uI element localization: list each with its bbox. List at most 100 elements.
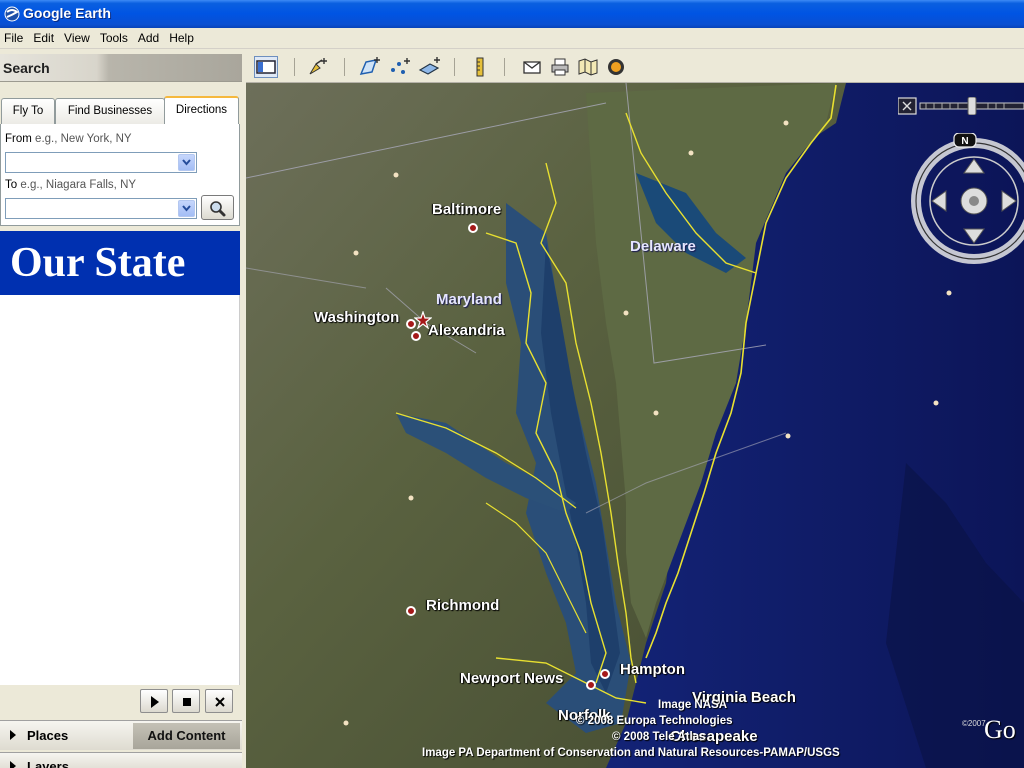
google-earth-icon <box>4 6 20 22</box>
menu-file[interactable]: File <box>0 28 28 47</box>
email-icon <box>523 61 541 74</box>
google-logo: Go <box>984 715 1016 744</box>
credit-teleatlas: © 2008 Tele Atlas <box>612 731 706 743</box>
close-icon <box>215 697 225 707</box>
city-marker-baltimore[interactable] <box>468 223 478 233</box>
tab-directions-label: Directions <box>175 104 228 116</box>
map-toolbar <box>246 52 1024 83</box>
places-header[interactable]: Places Add Content <box>0 720 242 750</box>
image-overlay-icon <box>418 57 440 75</box>
search-panel-title: Search <box>3 60 50 76</box>
compass-north-label: N <box>961 136 968 147</box>
toolbar-separator <box>454 58 455 76</box>
magnifier-icon <box>210 201 226 217</box>
places-label: Places <box>27 728 69 743</box>
from-combo[interactable] <box>5 152 197 173</box>
credit-europa: © 2008 Europa Technologies <box>576 715 733 727</box>
add-content-button[interactable]: Add Content <box>133 723 240 749</box>
stop-icon <box>183 698 191 706</box>
to-input[interactable] <box>6 199 178 218</box>
tab-fly-to-label: Fly To <box>12 105 44 117</box>
city-marker-richmond[interactable] <box>406 606 416 616</box>
expand-arrow-icon <box>10 761 16 768</box>
city-label-richmond: Richmond <box>426 597 500 614</box>
city-marker-newport-news[interactable] <box>586 680 596 690</box>
to-dropdown-button[interactable] <box>178 200 195 217</box>
menu-edit[interactable]: Edit <box>28 28 59 47</box>
from-hint: e.g., New York, NY <box>35 133 132 145</box>
sidebar-toggle-button[interactable] <box>254 56 278 78</box>
tab-find-businesses-label: Find Businesses <box>67 105 153 117</box>
zoom-slider[interactable] <box>898 97 1024 115</box>
expand-arrow-icon <box>10 730 16 740</box>
menu-tools[interactable]: Tools <box>95 28 133 47</box>
google-earth-window: Google Earth File Edit View Tools Add Help Se… <box>0 0 1024 768</box>
to-hint: e.g., Niagara Falls, NY <box>20 179 137 191</box>
tour-player-controls <box>0 686 242 718</box>
add-path-button[interactable] <box>388 56 412 78</box>
city-label-alexandria: Alexandria <box>428 322 505 339</box>
polygon-icon <box>359 57 380 75</box>
search-button[interactable] <box>201 195 234 220</box>
chevron-down-icon <box>182 205 191 212</box>
layers-header[interactable]: Layers <box>0 752 242 768</box>
menu-view[interactable]: View <box>59 28 95 47</box>
menu-help[interactable]: Help <box>164 28 199 47</box>
from-label: From e.g., New York, NY <box>5 133 132 145</box>
overlay-title: Our State <box>0 231 240 295</box>
tab-fly-to[interactable]: Fly To <box>1 98 55 124</box>
earth-map-view[interactable]: Delaware Maryland Baltimore Washington A… <box>246 83 1024 768</box>
ruler-icon <box>476 57 484 77</box>
search-tabs: Fly To Find Businesses Directions <box>0 96 242 124</box>
to-label-text: To <box>5 179 18 191</box>
toolbar-separator <box>344 58 345 76</box>
navigation-control[interactable]: N <box>910 133 1024 269</box>
to-combo[interactable] <box>5 198 197 219</box>
email-button[interactable] <box>520 56 544 78</box>
play-icon <box>151 696 159 708</box>
to-label: To e.g., Niagara Falls, NY <box>5 179 136 191</box>
tab-directions[interactable]: Directions <box>164 96 239 124</box>
map-icon <box>578 58 598 76</box>
menu-bar: File Edit View Tools Add Help <box>0 28 1024 49</box>
credit-nasa: Image NASA <box>658 699 728 711</box>
city-label-hampton: Hampton <box>620 661 685 678</box>
layers-label: Layers <box>27 759 69 768</box>
add-placemark-button[interactable] <box>306 56 330 78</box>
placemark-icon <box>309 58 327 75</box>
add-polygon-button[interactable] <box>358 56 382 78</box>
chevron-down-icon <box>182 159 191 166</box>
close-button[interactable] <box>205 689 233 713</box>
city-label-newport-news: Newport News <box>460 670 564 687</box>
from-input[interactable] <box>6 153 178 172</box>
city-marker-hampton[interactable] <box>600 669 610 679</box>
from-label-text: From <box>5 133 32 145</box>
toolbar-separator <box>504 58 505 76</box>
sidebar-icon <box>256 60 276 74</box>
tab-find-businesses[interactable]: Find Businesses <box>55 98 165 124</box>
from-dropdown-button[interactable] <box>178 154 195 171</box>
city-marker-alexandria[interactable] <box>411 331 421 341</box>
google-maps-button[interactable] <box>576 56 600 78</box>
credit-pamap: Image PA Department of Conservation and … <box>422 747 840 759</box>
menu-add[interactable]: Add <box>133 28 164 47</box>
logo-year: ©2007 <box>962 719 986 728</box>
places-panel-body <box>0 295 240 685</box>
left-panel: Search Fly To Find Businesses Directions… <box>0 52 242 768</box>
ruler-button[interactable] <box>468 56 492 78</box>
play-button[interactable] <box>140 689 168 713</box>
search-panel-header[interactable]: Search <box>0 54 242 82</box>
city-label-baltimore: Baltimore <box>432 201 502 218</box>
city-label-washington: Washington <box>314 309 400 326</box>
state-label-maryland: Maryland <box>436 291 502 308</box>
window-title: Google Earth <box>23 5 111 21</box>
sky-switch-button[interactable] <box>604 56 628 78</box>
path-icon <box>391 58 410 74</box>
title-bar[interactable]: Google Earth <box>0 0 1024 28</box>
toolbar-separator <box>294 58 295 76</box>
print-button[interactable] <box>548 56 572 78</box>
printer-icon <box>551 58 569 76</box>
add-image-overlay-button[interactable] <box>418 56 442 78</box>
state-label-delaware: Delaware <box>630 238 696 255</box>
stop-button[interactable] <box>172 689 200 713</box>
